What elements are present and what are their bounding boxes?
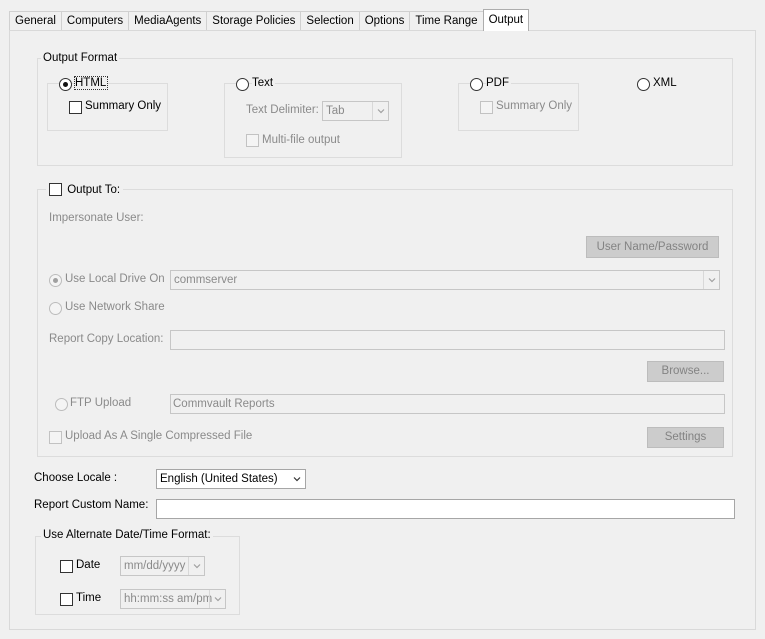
time-format-value: hh:mm:ss am/pm — [124, 593, 213, 605]
use-network-share-radio[interactable] — [49, 302, 62, 315]
tab-computers[interactable]: Computers — [60, 11, 130, 31]
user-password-button[interactable]: User Name/Password — [586, 236, 719, 258]
report-custom-name-label: Report Custom Name: — [34, 499, 149, 511]
tab-storage-policies[interactable]: Storage Policies — [206, 11, 302, 31]
locale-value: English (United States) — [160, 473, 278, 485]
local-drive-select[interactable]: commserver — [170, 270, 720, 290]
use-local-drive-radio[interactable] — [49, 274, 62, 287]
text-delimiter-label: Text Delimiter: — [246, 104, 319, 116]
summary-only-label[interactable]: Summary Only — [85, 100, 161, 112]
text-label[interactable]: Text — [252, 77, 276, 89]
browse-button[interactable]: Browse... — [647, 361, 724, 382]
html-radio[interactable] — [59, 78, 72, 91]
date-format-value: mm/dd/yyyy — [124, 560, 186, 572]
ftp-upload-label[interactable]: FTP Upload — [70, 397, 131, 409]
text-delimiter-value: Tab — [326, 105, 345, 117]
single-compressed-label[interactable]: Upload As A Single Compressed File — [65, 430, 252, 442]
chevron-down-icon — [289, 470, 305, 488]
local-drive-value: commserver — [174, 274, 238, 286]
chevron-down-icon — [372, 102, 388, 120]
choose-locale-label: Choose Locale : — [34, 472, 118, 484]
html-label[interactable]: HTML — [73, 76, 109, 90]
tab-general[interactable]: General — [9, 11, 62, 31]
settings-button[interactable]: Settings — [647, 427, 724, 448]
pdf-summary-only-checkbox[interactable] — [480, 101, 493, 114]
impersonate-user-label: Impersonate User: — [49, 212, 144, 224]
output-to-checkbox[interactable] — [49, 183, 62, 196]
pdf-radio[interactable] — [470, 78, 483, 91]
ftp-upload-field[interactable]: Commvault Reports — [170, 394, 725, 414]
output-format-title: Output Format — [41, 52, 120, 64]
time-format-select[interactable]: hh:mm:ss am/pm — [120, 589, 226, 609]
multi-file-checkbox[interactable] — [246, 134, 259, 147]
report-custom-name-input[interactable] — [156, 499, 735, 519]
tab-strip: General Computers MediaAgents Storage Po… — [9, 9, 530, 31]
date-label[interactable]: Date — [76, 559, 100, 571]
output-to-title-wrap: Output To: — [46, 183, 124, 196]
tab-selection[interactable]: Selection — [300, 11, 360, 31]
tab-output[interactable]: Output — [482, 9, 530, 31]
output-to-group — [37, 189, 733, 457]
single-compressed-checkbox[interactable] — [49, 431, 62, 444]
locale-select[interactable]: English (United States) — [156, 469, 306, 489]
pdf-label[interactable]: PDF — [486, 77, 511, 89]
pdf-summary-only-label[interactable]: Summary Only — [496, 100, 572, 112]
date-time-title: Use Alternate Date/Time Format: — [41, 529, 213, 541]
report-copy-location-field[interactable] — [170, 330, 725, 350]
date-format-select[interactable]: mm/dd/yyyy — [120, 556, 205, 576]
time-label[interactable]: Time — [76, 592, 101, 604]
xml-radio[interactable] — [637, 78, 650, 91]
chevron-down-icon — [209, 590, 225, 608]
output-to-label[interactable]: Output To: — [67, 184, 120, 196]
ftp-upload-radio[interactable] — [55, 398, 68, 411]
report-copy-location-label: Report Copy Location: — [49, 333, 164, 345]
summary-only-checkbox[interactable] — [69, 101, 82, 114]
date-checkbox[interactable] — [60, 560, 73, 573]
tab-options[interactable]: Options — [358, 11, 411, 31]
text-delimiter-select[interactable]: Tab — [322, 101, 389, 121]
chevron-down-icon — [703, 271, 719, 289]
chevron-down-icon — [188, 557, 204, 575]
xml-label[interactable]: XML — [653, 77, 677, 89]
tab-time-range[interactable]: Time Range — [409, 11, 484, 31]
text-radio[interactable] — [236, 78, 249, 91]
time-checkbox[interactable] — [60, 593, 73, 606]
tab-mediaagents[interactable]: MediaAgents — [128, 11, 208, 31]
use-network-share-label[interactable]: Use Network Share — [65, 301, 165, 313]
multi-file-label[interactable]: Multi-file output — [262, 134, 340, 146]
use-local-drive-label[interactable]: Use Local Drive On — [65, 273, 165, 285]
